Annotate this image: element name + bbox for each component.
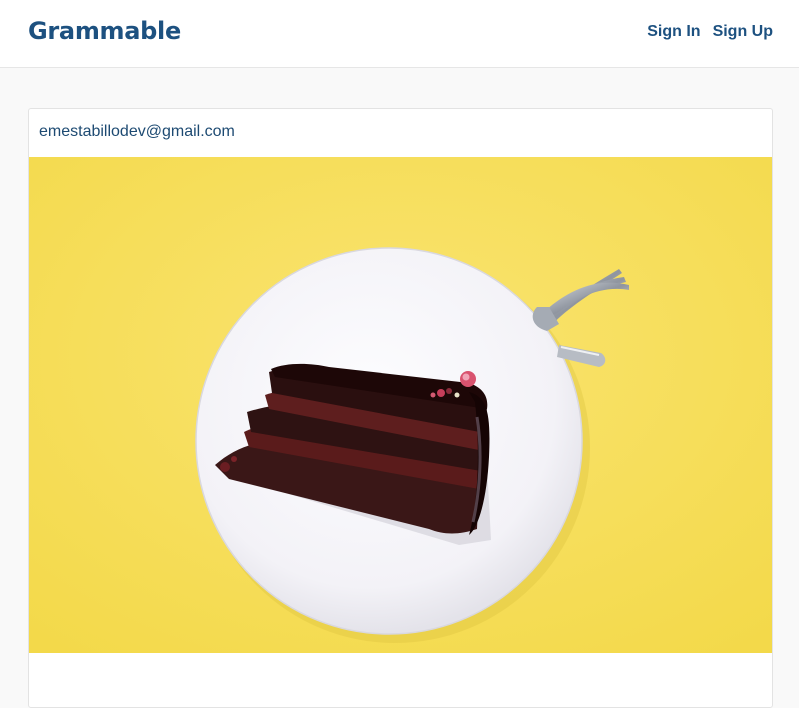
post-photo[interactable] (29, 157, 772, 653)
post-card: emestabillodev@gmail.com (28, 108, 773, 708)
post-author-email: emestabillodev@gmail.com (39, 123, 235, 140)
nav-links: Sign In Sign Up (647, 24, 773, 40)
sign-in-link[interactable]: Sign In (647, 24, 700, 40)
brand-logo[interactable]: Grammable (28, 19, 181, 43)
sign-up-link[interactable]: Sign Up (713, 24, 773, 40)
post-header: emestabillodev@gmail.com (29, 109, 772, 157)
top-navbar: Grammable Sign In Sign Up (0, 0, 799, 68)
